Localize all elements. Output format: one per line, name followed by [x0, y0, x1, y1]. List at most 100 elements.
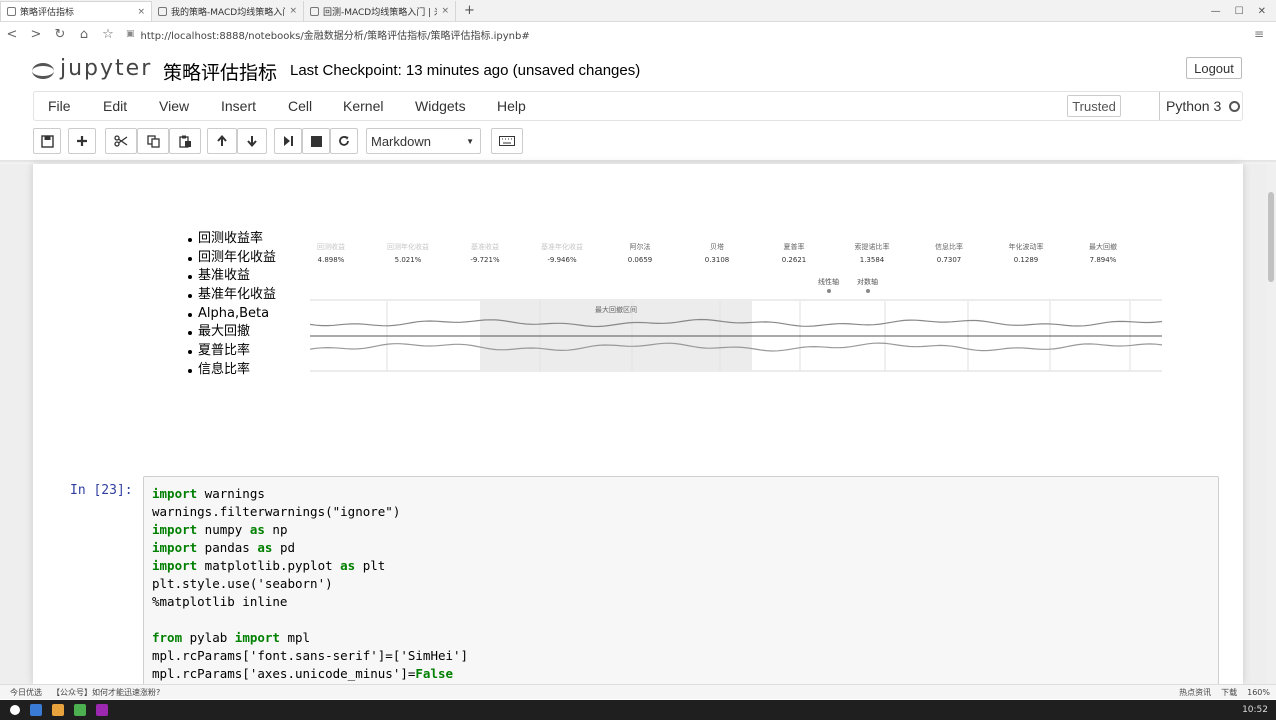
clock[interactable]: 10:52: [1242, 705, 1268, 715]
kernel-idle-icon: [1229, 100, 1241, 112]
code-text: matplotlib.pyplot: [197, 558, 341, 573]
menu-edit[interactable]: Edit: [103, 92, 127, 120]
home-icon[interactable]: ⌂: [72, 27, 96, 42]
menu-widgets[interactable]: Widgets: [415, 92, 466, 120]
forward-icon[interactable]: >: [24, 27, 48, 42]
code-keyword: import: [152, 522, 198, 537]
arrow-down-icon[interactable]: [237, 128, 267, 154]
bullet-item: 信息比率: [188, 361, 276, 380]
status-left-item[interactable]: 【公众号】如何才能迅速涨粉?: [52, 687, 160, 698]
jupyter-logo[interactable]: jupyter: [32, 56, 152, 81]
paste-icon[interactable]: [169, 128, 201, 154]
code-line: mpl.rcParams['axes.unicode_minus']=False: [152, 665, 468, 683]
cut-icon[interactable]: [105, 128, 137, 154]
backtest-return-chart: 最大回撤区间: [310, 299, 1162, 373]
browser-taskbar-icon[interactable]: [30, 704, 42, 716]
scale-option[interactable]: 对数轴: [857, 277, 878, 293]
arrow-up-icon[interactable]: [207, 128, 237, 154]
code-cell-input[interactable]: import warnings warnings.filterwarnings("…: [143, 476, 1219, 691]
metric-name: 夏普率: [783, 243, 805, 251]
code-line: %matplotlib inline: [152, 593, 468, 611]
metric-item: 回测年化收益 5.021%: [373, 240, 443, 266]
scrollbar-thumb[interactable]: [1268, 192, 1274, 282]
app-taskbar-icon[interactable]: [74, 704, 86, 716]
bookmark-star-icon[interactable]: ☆: [96, 27, 120, 42]
menu-insert[interactable]: Insert: [221, 92, 256, 120]
trusted-indicator[interactable]: Trusted: [1067, 95, 1121, 117]
metric-name: 基准收益: [471, 243, 499, 251]
back-icon[interactable]: <: [0, 27, 24, 42]
bullet-item: 基准年化收益: [188, 286, 276, 305]
app2-taskbar-icon[interactable]: [96, 704, 108, 716]
jupyter-header: jupyter 策略评估指标 Last Checkpoint: 13 minut…: [0, 46, 1276, 90]
new-tab-button[interactable]: +: [456, 1, 483, 21]
code-text: plt: [355, 558, 386, 573]
status-right-item[interactable]: 热点资讯: [1179, 687, 1211, 698]
metric-value: 0.7307: [936, 256, 962, 264]
code-text: numpy: [197, 522, 250, 537]
bullet-item: 最大回撤: [188, 323, 276, 342]
code-line: import pandas as pd: [152, 539, 468, 557]
cell-type-value: Markdown: [371, 133, 431, 149]
browser-tab[interactable]: 策略评估指标 ×: [0, 1, 152, 21]
menubar: File Edit View Insert Cell Kernel Widgets Help …: [33, 91, 1243, 121]
favicon-icon: [7, 7, 16, 16]
radio-dot-icon: [865, 289, 870, 293]
status-right-item[interactable]: 下载: [1221, 687, 1237, 698]
save-icon[interactable]: [33, 128, 61, 154]
window-controls: — ☐ ✕: [1211, 1, 1276, 21]
start-icon[interactable]: [10, 705, 20, 715]
browser-tab[interactable]: 回测-MACD均线策略入门 | 米筐 ×: [304, 1, 456, 21]
menu-view[interactable]: View: [159, 92, 189, 120]
close-tab-icon[interactable]: ×: [137, 7, 145, 17]
metric-value: 0.1289: [1013, 256, 1039, 264]
close-window-icon[interactable]: ✕: [1258, 6, 1266, 17]
metric-value: 0.3108: [704, 256, 730, 264]
stop-icon[interactable]: [302, 128, 330, 154]
plus-icon[interactable]: [68, 128, 96, 154]
notebook-title[interactable]: 策略评估指标: [163, 58, 277, 85]
code-line: import warnings: [152, 485, 468, 503]
status-right-item[interactable]: 160%: [1247, 688, 1270, 697]
minimize-icon[interactable]: —: [1211, 6, 1221, 17]
metric-item: 信息比率 0.7307: [914, 240, 984, 266]
tab-title: 回测-MACD均线策略入门 | 米筐: [323, 7, 437, 18]
tab-title: 策略评估指标: [20, 8, 75, 18]
metric-value: 1.3584: [859, 256, 885, 264]
status-left-item[interactable]: 今日优选: [10, 687, 42, 698]
scale-option[interactable]: 线性轴: [818, 277, 839, 293]
close-tab-icon[interactable]: ×: [441, 6, 449, 16]
restart-icon[interactable]: [330, 128, 358, 154]
menu-cell[interactable]: Cell: [288, 92, 312, 120]
maximize-icon[interactable]: ☐: [1235, 6, 1244, 17]
reload-icon[interactable]: ↻: [48, 27, 72, 42]
url-field[interactable]: ▣ http://localhost:8888/notebooks/金融数据分析…: [126, 27, 530, 42]
menu-file[interactable]: File: [48, 92, 71, 120]
url-text: http://localhost:8888/notebooks/金融数据分析/策…: [140, 30, 530, 42]
bullet-item: 夏普比率: [188, 342, 276, 361]
cell-type-select[interactable]: Markdown ▼: [366, 128, 481, 154]
keyboard-icon[interactable]: [491, 128, 523, 154]
code-text: pd: [272, 540, 296, 555]
close-tab-icon[interactable]: ×: [289, 6, 297, 16]
checkpoint-status: Last Checkpoint: 13 minutes ago (unsaved…: [290, 62, 641, 79]
code-text: pandas: [197, 540, 258, 555]
run-icon[interactable]: [274, 128, 302, 154]
code-text: mpl: [279, 630, 311, 645]
menu-icon[interactable]: ≡: [1254, 27, 1264, 41]
backtest-metrics-row: 回测收益 4.898% 回测年化收益 5.021% 基准收益 -9.721% 基准年化收益 -…: [312, 240, 1162, 268]
vertical-scrollbar[interactable]: [1266, 164, 1276, 684]
bullet-item: 回测收益率: [188, 230, 276, 249]
code-text: warnings.filterwarnings("ignore"): [152, 504, 401, 519]
dropdown-arrow-icon: ▼: [466, 137, 474, 146]
page-info-icon[interactable]: ▣: [126, 29, 135, 39]
browser-tab[interactable]: 我的策略-MACD均线策略入门 ×: [152, 1, 304, 21]
metric-item: 基准年化收益 -9.946%: [527, 240, 597, 266]
code-line: plt.style.use('seaborn'): [152, 575, 468, 593]
logout-button[interactable]: Logout: [1186, 57, 1242, 79]
favicon-icon: [310, 6, 319, 16]
menu-help[interactable]: Help: [497, 92, 526, 120]
folder-taskbar-icon[interactable]: [52, 704, 64, 716]
menu-kernel[interactable]: Kernel: [343, 92, 383, 120]
copy-icon[interactable]: [137, 128, 169, 154]
